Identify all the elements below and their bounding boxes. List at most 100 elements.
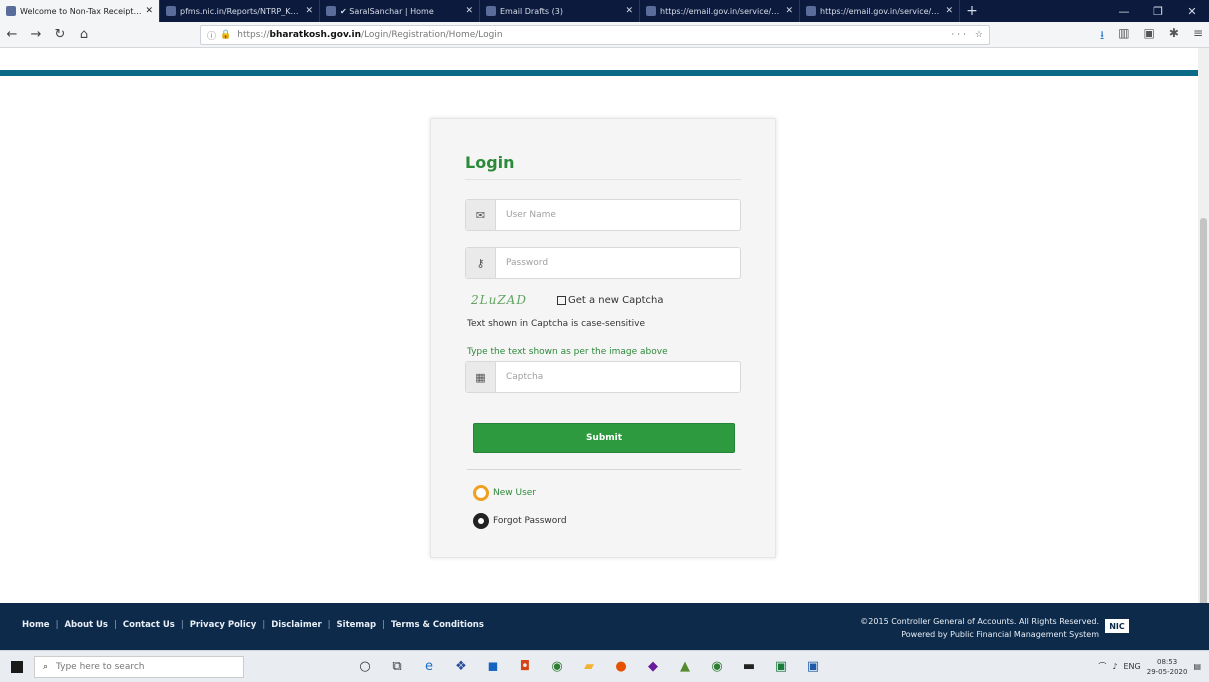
volume-icon[interactable]: ♪ xyxy=(1112,662,1117,671)
app-icon[interactable]: ◆ xyxy=(642,657,664,677)
new-user-link[interactable]: New User xyxy=(473,485,536,501)
browser-tab-2[interactable]: ✔ SaralSanchar | Home ✕ xyxy=(320,0,480,22)
clock-date: 29-05-2020 xyxy=(1146,667,1188,676)
page-footer: Home | About Us | Contact Us | Privacy Poli… xyxy=(0,603,1209,650)
browser-tab-4[interactable]: https://email.gov.in/service/hom...✕ xyxy=(640,0,800,22)
password-input[interactable] xyxy=(496,249,740,277)
browser-tab-5[interactable]: https://email.gov.in/service/hom...✕ xyxy=(800,0,960,22)
forgot-password-icon xyxy=(473,513,489,529)
library-icon[interactable]: ▥ xyxy=(1118,26,1129,47)
forward-icon[interactable]: → xyxy=(24,27,48,42)
refresh-captcha-label: Get a new Captcha xyxy=(567,294,664,306)
start-button[interactable] xyxy=(0,660,34,673)
excel-icon[interactable]: ▣ xyxy=(770,657,792,677)
network-icon[interactable]: ⌒ xyxy=(1098,661,1106,672)
word-icon[interactable]: ▣ xyxy=(802,657,824,677)
scrollbar-thumb[interactable] xyxy=(1200,218,1207,648)
browser-tab-strip: Welcome to Non-Tax Receipt Por... ✕ pfms.… xyxy=(0,0,1209,22)
username-input[interactable] xyxy=(496,201,740,229)
chrome-icon[interactable]: ◉ xyxy=(706,657,728,677)
close-tab-icon[interactable]: ✕ xyxy=(945,6,953,16)
edge-icon[interactable]: e xyxy=(418,657,440,677)
separator: | xyxy=(114,620,117,630)
sidebar-icon[interactable]: ▣ xyxy=(1144,26,1155,47)
browser-tab-0[interactable]: Welcome to Non-Tax Receipt Por... ✕ xyxy=(0,0,160,22)
new-tab-button[interactable]: + xyxy=(960,0,984,22)
envelope-icon: ✉ xyxy=(466,200,496,230)
taskbar-search[interactable]: ⌕ Type here to search xyxy=(34,655,244,678)
cortana-icon[interactable]: ○ xyxy=(354,657,376,677)
back-icon[interactable]: ← xyxy=(0,27,24,42)
url-path: /Login/Registration/Home/Login xyxy=(361,30,503,40)
tab-title: ✔ SaralSanchar | Home xyxy=(340,6,434,16)
task-view-icon[interactable]: ⧉ xyxy=(386,657,408,677)
file-explorer-icon[interactable]: ▰ xyxy=(578,657,600,677)
downloads-icon[interactable]: ⭳ xyxy=(1100,26,1104,47)
clock-time: 08:53 xyxy=(1157,657,1178,666)
refresh-captcha-link[interactable]: Get a new Captcha xyxy=(556,294,664,306)
captcha-case-note: Text shown in Captcha is case-sensitive xyxy=(467,319,646,329)
new-user-icon xyxy=(473,485,489,501)
taskbar-clock[interactable]: 08:53 29-05-2020 xyxy=(1147,657,1188,677)
chrome-icon[interactable]: ◉ xyxy=(546,657,568,677)
notifications-icon[interactable]: ▤ xyxy=(1193,662,1201,671)
page-actions-icon[interactable]: ··· xyxy=(951,30,969,40)
captcha-field: ▦ xyxy=(465,361,741,393)
footer-link-home[interactable]: Home xyxy=(22,620,50,630)
footer-link-sitemap[interactable]: Sitemap xyxy=(337,620,377,630)
key-icon: ⚷ xyxy=(466,248,496,278)
divider xyxy=(465,179,741,180)
favicon-icon xyxy=(806,6,816,16)
close-tab-icon[interactable]: ✕ xyxy=(145,6,153,16)
photos-icon[interactable]: ▲ xyxy=(674,657,696,677)
windows-icon xyxy=(11,660,23,673)
footer-link-disclaimer[interactable]: Disclaimer xyxy=(271,620,321,630)
footer-link-contact[interactable]: Contact Us xyxy=(123,620,175,630)
nic-logo: NIC xyxy=(1105,619,1129,633)
close-window-icon[interactable]: ✕ xyxy=(1175,0,1209,22)
refresh-icon xyxy=(556,295,566,305)
close-tab-icon[interactable]: ✕ xyxy=(305,6,313,16)
bookmark-star-icon[interactable]: ☆ xyxy=(975,30,983,40)
captcha-row: 2LuZAD Get a new Captcha xyxy=(471,293,663,307)
browser-tab-1[interactable]: pfms.nic.in/Reports/NTRP_Know... ✕ xyxy=(160,0,320,22)
login-title: Login xyxy=(465,153,515,172)
new-user-label: New User xyxy=(493,488,537,498)
dropbox-icon[interactable]: ❖ xyxy=(450,657,472,677)
footer-link-privacy[interactable]: Privacy Policy xyxy=(190,620,257,630)
footer-link-terms[interactable]: Terms & Conditions xyxy=(391,620,484,630)
terminal-icon[interactable]: ▬ xyxy=(738,657,760,677)
outlook-icon[interactable]: ◼ xyxy=(482,657,504,677)
submit-button[interactable]: Submit xyxy=(473,423,735,453)
tab-title: pfms.nic.in/Reports/NTRP_Know... xyxy=(180,6,302,16)
office-icon[interactable]: ◘ xyxy=(514,657,536,677)
close-tab-icon[interactable]: ✕ xyxy=(625,6,633,16)
captcha-hint: Type the text shown as per the image abo… xyxy=(467,347,668,357)
login-card: Login ✉ ⚷ 2LuZAD Get a new Captcha Text … xyxy=(430,118,776,558)
copyright-text: ©2015 Controller General of Accounts. Al… xyxy=(860,617,1099,626)
close-tab-icon[interactable]: ✕ xyxy=(465,6,473,16)
menu-icon[interactable]: ≡ xyxy=(1193,26,1203,47)
separator: | xyxy=(262,620,266,630)
captcha-input[interactable] xyxy=(496,363,740,391)
favicon-icon xyxy=(326,6,336,16)
reload-icon[interactable]: ↻ xyxy=(48,27,72,42)
home-icon[interactable]: ⌂ xyxy=(72,27,96,42)
forgot-password-link[interactable]: Forgot Password xyxy=(473,513,567,529)
info-icon[interactable]: ⓘ xyxy=(207,29,216,42)
browser-tab-3[interactable]: Email Drafts (3) ✕ xyxy=(480,0,640,22)
extension-icon[interactable]: ✱ xyxy=(1169,26,1179,47)
footer-link-about[interactable]: About Us xyxy=(64,620,108,630)
toolbar-right: ⭳ ▥ ▣ ✱ ≡ xyxy=(1100,26,1203,47)
footer-links: Home | About Us | Contact Us | Privacy Poli… xyxy=(22,620,484,630)
tray-language[interactable]: ENG xyxy=(1124,662,1141,671)
url-bar[interactable]: ⓘ 🔒 https:// bharatkosh.gov.in /Login/Re… xyxy=(200,25,990,45)
footer-credits: ©2015 Controller General of Accounts. Al… xyxy=(860,615,1099,641)
restore-icon[interactable]: ❐ xyxy=(1141,0,1175,22)
page-scrollbar[interactable] xyxy=(1198,48,1209,648)
close-tab-icon[interactable]: ✕ xyxy=(785,6,793,16)
minimize-icon[interactable]: — xyxy=(1107,0,1141,22)
firefox-icon[interactable]: ● xyxy=(610,657,632,677)
taskbar-search-placeholder: Type here to search xyxy=(56,661,145,672)
search-icon: ⌕ xyxy=(43,661,49,672)
